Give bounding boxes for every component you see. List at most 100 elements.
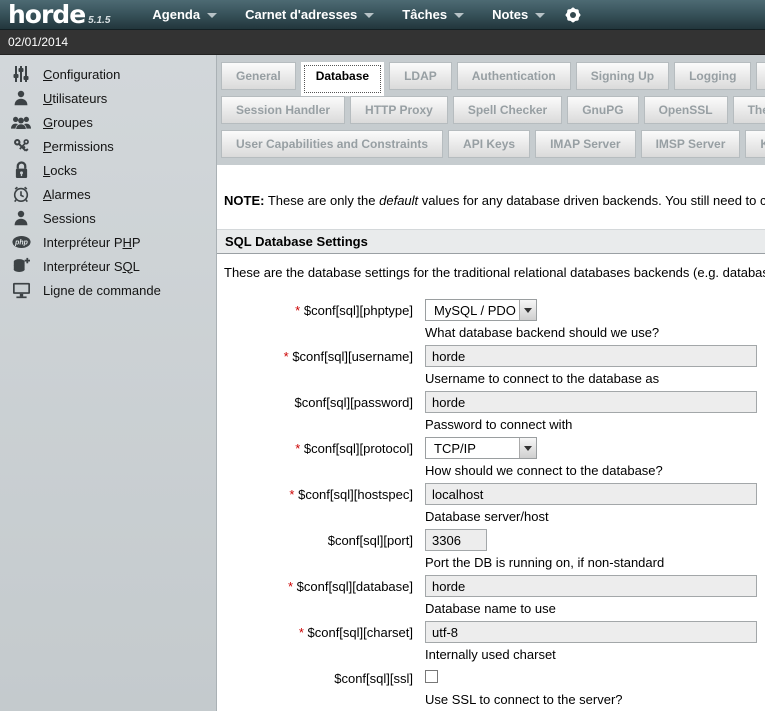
top-menu-item-agenda[interactable]: Agenda: [152, 7, 217, 22]
section-description: These are the database settings for the …: [224, 265, 765, 280]
lock-icon: [10, 161, 32, 179]
sidebar-item-label: Utilisateurs: [43, 91, 107, 106]
password-input[interactable]: [425, 391, 757, 413]
field-label: $conf[sql][ssl]: [217, 667, 413, 707]
field-label: * $conf[sql][protocol]: [217, 437, 413, 478]
field-label: * $conf[sql][phptype]: [217, 299, 413, 340]
chevron-down-icon: [535, 13, 545, 18]
tab-api-keys[interactable]: API Keys: [448, 130, 530, 158]
dropdown-arrow-button[interactable]: [519, 300, 536, 320]
sidebar-item-label: Interpréteur PHP: [43, 235, 141, 250]
tab-gnupg[interactable]: GnuPG: [567, 96, 638, 124]
chevron-down-icon: [454, 13, 464, 18]
tab-authentication[interactable]: Authentication: [457, 62, 571, 90]
sidebar-item-label: Groupes: [43, 115, 93, 130]
sidebar-item-label: Ligne de commande: [43, 283, 161, 298]
tab-session-handler[interactable]: Session Handler: [221, 96, 345, 124]
chevron-down-icon: [524, 308, 532, 313]
tab-imap-server[interactable]: IMAP Server: [535, 130, 635, 158]
tab-user-capabilities-and-constraints[interactable]: User Capabilities and Constraints: [221, 130, 443, 158]
tab-themes[interactable]: Themes: [733, 96, 765, 124]
sidebar-item-interpr-teur-sql[interactable]: Interpréteur SQL: [0, 254, 216, 278]
keys-icon: [10, 138, 32, 155]
field-cell: Password to connect with: [425, 391, 757, 432]
tab-imsp-server[interactable]: IMSP Server: [641, 130, 741, 158]
field-label: * $conf[sql][hostspec]: [217, 483, 413, 524]
tab-kolab-server[interactable]: Kolab Server: [745, 130, 765, 158]
port-input[interactable]: [425, 529, 487, 551]
username-input[interactable]: [425, 345, 757, 367]
config-tabs: GeneralDatabaseLDAPAuthenticationSigning…: [217, 55, 765, 165]
tab-ldap[interactable]: LDAP: [389, 62, 452, 90]
date-bar[interactable]: 02/01/2014: [0, 30, 765, 55]
field-help: Database server/host: [425, 509, 757, 524]
tab-database[interactable]: Database: [301, 62, 384, 96]
required-asterisk: *: [289, 487, 294, 502]
form-row-username: * $conf[sql][username]Username to connec…: [217, 345, 765, 386]
top-bar: horde 5.1.5 Agenda Carnet d'adresses Tâche…: [0, 0, 765, 30]
menu-label: Tâches: [402, 7, 447, 22]
menu-label: Agenda: [152, 7, 200, 22]
admin-sidebar: Configuration Utilisateurs Groupes Permissi…: [0, 55, 217, 711]
user-icon: [10, 90, 32, 106]
section-title: SQL Database Settings: [225, 234, 368, 249]
horde-logo[interactable]: horde 5.1.5: [8, 1, 110, 29]
tab-logging[interactable]: Logging: [674, 62, 751, 90]
current-date: 02/01/2014: [8, 35, 68, 49]
field-label: $conf[sql][password]: [217, 391, 413, 432]
field-label: * $conf[sql][charset]: [217, 621, 413, 662]
top-menu-item-notes[interactable]: Notes: [492, 7, 545, 22]
ssl-checkbox[interactable]: [425, 670, 438, 683]
tab-signing-up[interactable]: Signing Up: [576, 62, 669, 90]
svg-text:php: php: [14, 240, 28, 247]
form-row-ssl: $conf[sql][ssl]Use SSL to connect to the…: [217, 667, 765, 707]
settings-gear-button[interactable]: [563, 5, 583, 25]
note-label: NOTE:: [224, 193, 264, 208]
dropdown-arrow-button[interactable]: [519, 438, 536, 458]
top-menu-item-t-ches[interactable]: Tâches: [402, 7, 464, 22]
protocol-select[interactable]: TCP/IP: [425, 437, 537, 459]
sliders-icon: [10, 65, 32, 83]
tab-preferences[interactable]: Preferences: [756, 62, 765, 90]
sidebar-item-utilisateurs[interactable]: Utilisateurs: [0, 86, 216, 110]
sidebar-item-ligne-de-commande[interactable]: Ligne de commande: [0, 278, 216, 302]
hostspec-input[interactable]: [425, 483, 757, 505]
field-help: What database backend should we use?: [425, 325, 659, 340]
charset-input[interactable]: [425, 621, 757, 643]
phptype-select[interactable]: MySQL / PDO: [425, 299, 537, 321]
tab-row: Session HandlerHTTP ProxySpell CheckerGn…: [221, 96, 765, 124]
sidebar-item-permissions[interactable]: Permissions: [0, 134, 216, 158]
sidebar-item-alarmes[interactable]: Alarmes: [0, 182, 216, 206]
top-menu-item-carnet-d-adresses[interactable]: Carnet d'adresses: [245, 7, 374, 22]
sidebar-item-label: Sessions: [43, 211, 96, 226]
gear-icon: [563, 5, 583, 25]
chevron-down-icon: [524, 446, 532, 451]
required-asterisk: *: [284, 349, 289, 364]
sidebar-item-label: Permissions: [43, 139, 114, 154]
tab-spell-checker[interactable]: Spell Checker: [453, 96, 562, 124]
field-help: Username to connect to the database as: [425, 371, 757, 386]
database-input[interactable]: [425, 575, 757, 597]
sql-settings-form: * $conf[sql][phptype] MySQL / PDO What dat…: [217, 299, 765, 711]
sidebar-item-sessions[interactable]: Sessions: [0, 206, 216, 230]
tab-general[interactable]: General: [221, 62, 296, 90]
tab-openssl[interactable]: OpenSSL: [644, 96, 728, 124]
field-help: Internally used charset: [425, 647, 757, 662]
sidebar-item-groupes[interactable]: Groupes: [0, 110, 216, 134]
sidebar-item-interpr-teur-php[interactable]: php Interpréteur PHP: [0, 230, 216, 254]
field-help: How should we connect to the database?: [425, 463, 663, 478]
form-row-phptype: * $conf[sql][phptype] MySQL / PDO What dat…: [217, 299, 765, 340]
field-cell: TCP/IP How should we connect to the datab…: [425, 437, 663, 478]
logo-text: horde: [8, 1, 85, 29]
menu-label: Notes: [492, 7, 528, 22]
users-icon: [10, 115, 32, 130]
sidebar-item-locks[interactable]: Locks: [0, 158, 216, 182]
top-menu: Agenda Carnet d'adresses Tâches Notes: [152, 7, 545, 22]
field-cell: Internally used charset: [425, 621, 757, 662]
field-label: $conf[sql][port]: [217, 529, 413, 570]
database-icon: [10, 257, 32, 275]
tab-http-proxy[interactable]: HTTP Proxy: [350, 96, 448, 124]
sidebar-item-configuration[interactable]: Configuration: [0, 62, 216, 86]
sidebar-item-label: Alarmes: [43, 187, 91, 202]
form-row-password: $conf[sql][password] Password to connect …: [217, 391, 765, 432]
